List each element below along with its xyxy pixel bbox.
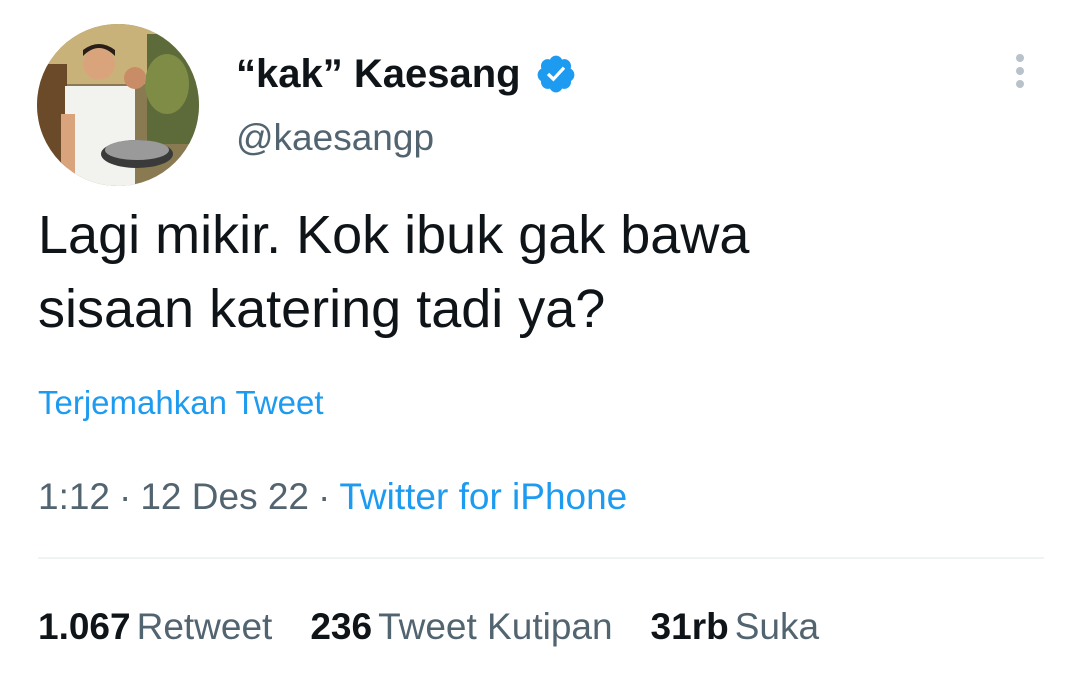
retweet-count: 1.067 <box>38 606 131 647</box>
quote-count: 236 <box>310 606 373 647</box>
more-options-icon[interactable] <box>1004 50 1036 94</box>
meta-separator: · <box>119 476 132 517</box>
verified-badge-icon <box>535 53 577 95</box>
tweet-text-line: Lagi mikir. Kok ibuk gak bawa <box>38 205 750 265</box>
tweet-meta: 1:12 · 12 Des 22 · Twitter for iPhone <box>38 474 627 520</box>
tweet-source-link[interactable]: Twitter for iPhone <box>339 476 627 517</box>
display-name-text: “kak” Kaesang <box>236 52 521 96</box>
user-handle[interactable]: @kaesangp <box>236 116 434 160</box>
display-name[interactable]: “kak” Kaesang <box>236 50 577 98</box>
quote-label: Tweet Kutipan <box>378 606 613 647</box>
translate-tweet-link[interactable]: Terjemahkan Tweet <box>38 383 324 423</box>
tweet-stats: 1.067 Retweet 236 Tweet Kutipan 31rb Suka <box>38 604 857 650</box>
like-count: 31rb <box>650 606 729 647</box>
like-label: Suka <box>734 606 820 647</box>
meta-separator: · <box>318 476 331 517</box>
tweet-text-line: sisaan katering tadi ya? <box>38 279 606 339</box>
avatar-image <box>37 24 199 186</box>
quote-count-link[interactable]: 236 Tweet Kutipan <box>310 604 612 650</box>
retweet-label: Retweet <box>136 606 273 647</box>
tweet-text: Lagi mikir. Kok ibuk gak bawa sisaan kat… <box>38 198 1038 346</box>
like-count-link[interactable]: 31rb Suka <box>651 604 820 650</box>
divider <box>38 557 1044 559</box>
retweet-count-link[interactable]: 1.067 Retweet <box>38 604 272 650</box>
tweet-date[interactable]: 12 Des 22 <box>140 476 309 517</box>
tweet-time[interactable]: 1:12 <box>38 476 110 517</box>
avatar[interactable] <box>37 24 199 186</box>
